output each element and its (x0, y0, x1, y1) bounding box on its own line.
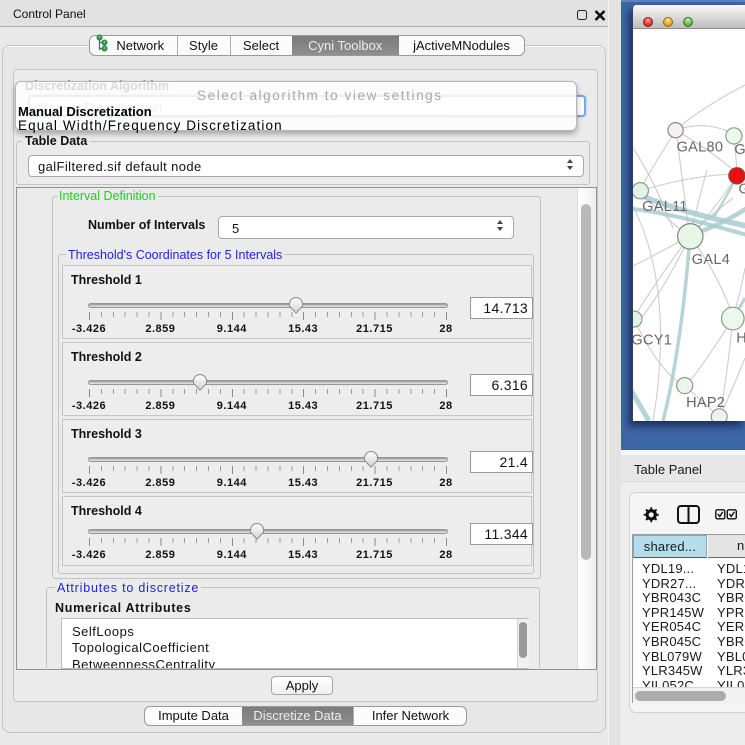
svg-text:GCY1: GCY1 (633, 333, 672, 349)
svg-text:HAP2: HAP2 (686, 395, 725, 411)
svg-text:GAL4: GAL4 (692, 252, 730, 268)
svg-text:G: G (739, 181, 745, 197)
svg-text:GAL11: GAL11 (642, 199, 688, 215)
svg-text:GAL80: GAL80 (677, 139, 724, 155)
svg-text:GA: GA (734, 142, 745, 158)
svg-text:H: H (736, 331, 745, 347)
